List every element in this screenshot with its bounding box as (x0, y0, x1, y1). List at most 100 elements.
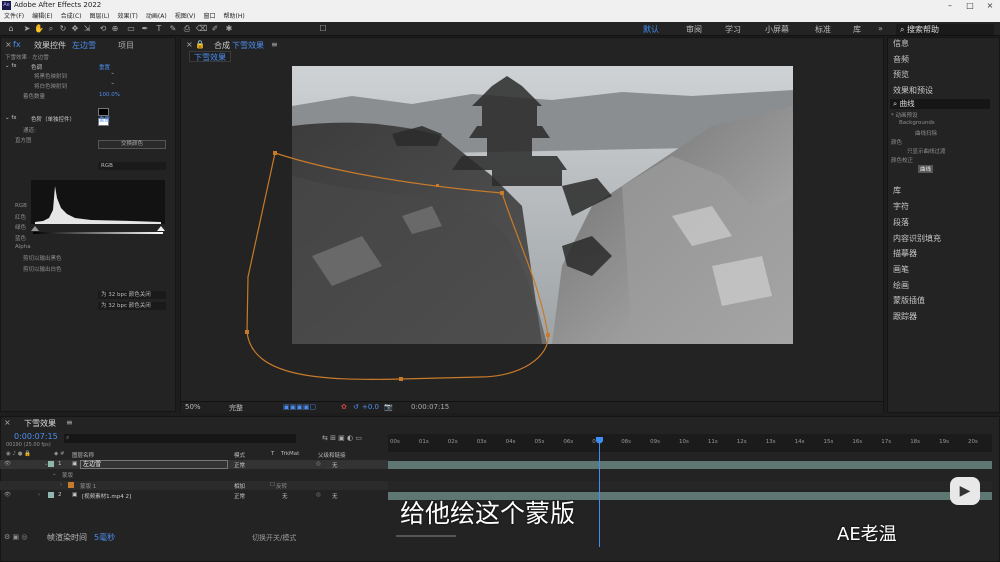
tree-animation-presets[interactable]: * 动画预设 (891, 111, 918, 119)
content-aware-fill-tab[interactable]: 内容识别填充 (893, 233, 941, 244)
toggle-switches-modes[interactable]: 切换开关/模式 (252, 533, 296, 543)
layer-name-header[interactable]: 图层名称 (72, 451, 94, 459)
snap-checkbox[interactable]: ☐ (318, 24, 328, 34)
mask-1-name[interactable]: 蒙版 1 (80, 482, 96, 490)
levels-row-green[interactable]: 绿色 (15, 223, 26, 231)
clone-stamp-tool-icon[interactable]: ⎙ (182, 24, 192, 34)
layer-2-mode[interactable]: 正常 (234, 492, 245, 500)
workspace-library[interactable]: 库 (853, 24, 861, 35)
snapshot-icon[interactable]: 📷 (384, 403, 393, 411)
audio-panel-tab[interactable]: 音频 (893, 54, 909, 65)
tint-amount-value[interactable]: 100.0% (99, 92, 120, 98)
tint-reset-link[interactable]: 重置 (99, 63, 110, 71)
exposure-icon[interactable]: ↺ (353, 403, 359, 411)
paint-tab[interactable]: 绘画 (893, 280, 909, 291)
layer-1-name[interactable]: 左边雪 (80, 460, 228, 469)
tree-curve-sweep[interactable]: 曲线扫除 (915, 129, 937, 137)
menu-view[interactable]: 视图(V) (175, 11, 196, 22)
roto-brush-tool-icon[interactable]: ✐ (210, 24, 220, 34)
maximize-icon[interactable]: □ (960, 0, 980, 11)
mask-vertex[interactable] (399, 377, 403, 381)
layer-2-visibility-icon[interactable]: 👁 (4, 492, 11, 498)
menu-composition[interactable]: 合成(C) (61, 11, 82, 22)
levels-reset-link[interactable]: 重置 (99, 115, 110, 123)
layer-1-parent[interactable]: 无 (332, 461, 338, 469)
timeline-search-input[interactable]: ⌕ (64, 434, 296, 443)
workspace-standard[interactable]: 标准 (815, 24, 831, 35)
map-white-eyedropper-icon[interactable]: ⌁ (111, 81, 114, 87)
close-icon[interactable]: × (980, 0, 1000, 11)
character-tab[interactable]: 字符 (893, 201, 909, 212)
zoom-select[interactable]: 50% (185, 403, 201, 411)
puppet-tool-icon[interactable]: ✱ (224, 24, 234, 34)
levels-histogram[interactable] (31, 180, 165, 234)
layer-2-parent[interactable]: 无 (332, 492, 338, 500)
type-tool-icon[interactable]: T (154, 24, 164, 34)
tracker-tab[interactable]: 描摹器 (893, 248, 917, 259)
timeline-timecode[interactable]: 0:00:07:15 (14, 432, 58, 441)
tree-curve-transition[interactable]: 只显示曲线过渡 (907, 147, 946, 155)
mask-1-mode[interactable]: 相加 (234, 482, 245, 490)
mask-1-row[interactable]: › 蒙版 1 相加 ☐ 反转 (0, 481, 388, 490)
masks-expand-icon[interactable]: ⌄ (52, 471, 57, 477)
preview-panel-tab[interactable]: 预览 (893, 69, 909, 80)
home-icon[interactable]: ⌂ (6, 24, 16, 34)
layer-2-label-color[interactable] (48, 492, 54, 498)
playhead-line[interactable] (599, 437, 600, 547)
mask-1-inverted-checkbox[interactable]: ☐ (270, 482, 275, 488)
view-options-icon[interactable]: ▣▣▣▣▢ (283, 403, 316, 411)
levels-fx-icon[interactable]: ⌄ fx (5, 115, 17, 121)
paragraph-tab[interactable]: 段落 (893, 217, 909, 228)
mask-interpolation-tab[interactable]: 蒙版插值 (893, 295, 925, 306)
tree-color[interactable]: 颜色 (891, 138, 902, 146)
mask-1-expand-icon[interactable]: › (60, 482, 62, 488)
mask-vertex[interactable] (273, 151, 277, 155)
workspace-default[interactable]: 默认 (643, 24, 659, 35)
zoom-tool-icon[interactable]: ⌕ (46, 24, 56, 34)
effects-search-input[interactable]: ⌕ 曲线 (890, 99, 990, 109)
hand-tool-icon[interactable]: ✋ (34, 24, 44, 34)
layer-2-expand-icon[interactable]: › (38, 492, 40, 498)
help-search-field[interactable]: ⌕ 搜索帮助 (896, 24, 994, 35)
tree-color-correction[interactable]: 颜色校正 (891, 156, 913, 164)
levels-row-rgb[interactable]: RGB (15, 203, 27, 209)
tracker-panel-tab[interactable]: 跟踪器 (893, 311, 917, 322)
layer-1-pickwhip-icon[interactable]: ◎ (316, 461, 321, 467)
timeline-zoom-slider[interactable] (396, 535, 456, 537)
levels-row-blue[interactable]: 蓝色 (15, 234, 26, 242)
menu-layer[interactable]: 图层(L) (90, 11, 110, 22)
tint-fx-icon[interactable]: ⌄ fx (5, 63, 17, 69)
dolly-tool-icon[interactable]: ⇲ (82, 24, 92, 34)
brushes-tab[interactable]: 画笔 (893, 264, 909, 275)
project-tab[interactable]: 项目 (118, 40, 134, 51)
channel-icon[interactable]: ✿ (341, 403, 347, 411)
timeline-switches-icons[interactable]: ⇆ ⊞ ▣ ◐ ▭ (322, 434, 362, 442)
mask-vertex[interactable] (436, 184, 439, 187)
layer-1-mode[interactable]: 正常 (234, 461, 245, 469)
map-black-eyedropper-icon[interactable]: ⌁ (111, 71, 114, 77)
orbit-tool-icon[interactable]: ↻ (58, 24, 68, 34)
eraser-tool-icon[interactable]: ⌫ (196, 24, 207, 34)
layer-2-name[interactable]: [视频素材1.mp4 2] (82, 492, 131, 500)
mask-vertex[interactable] (500, 191, 504, 195)
footer-icons[interactable]: ⚙ ▣ ◎ (4, 533, 27, 541)
mask-overlay[interactable] (180, 37, 884, 413)
mask-vertex[interactable] (546, 333, 550, 337)
menu-edit[interactable]: 编辑(E) (32, 11, 52, 22)
resolution-select[interactable]: 完整 (229, 403, 243, 413)
mask-1-color[interactable] (68, 482, 74, 488)
selection-tool-icon[interactable]: ➤ (22, 24, 32, 34)
info-panel-tab[interactable]: 信息 (893, 38, 909, 49)
panel-menu-icon[interactable]: × (5, 40, 12, 49)
tree-curves-effect[interactable]: 曲线 (918, 165, 934, 173)
menu-help[interactable]: 帮助(H) (224, 11, 245, 22)
channel-select[interactable]: RGB (98, 162, 166, 170)
swap-colors-button[interactable]: 交换颜色 (98, 140, 166, 149)
timeline-close-icon[interactable]: × (4, 418, 11, 427)
menu-window[interactable]: 窗口 (203, 11, 215, 22)
menu-file[interactable]: 文件(F) (4, 11, 24, 22)
menu-animation[interactable]: 动画(A) (146, 11, 167, 22)
layer-2-pickwhip-icon[interactable]: ◎ (316, 492, 321, 498)
exposure-value[interactable]: +0.0 (362, 403, 379, 411)
tree-backgrounds[interactable]: Backgrounds (899, 120, 935, 126)
